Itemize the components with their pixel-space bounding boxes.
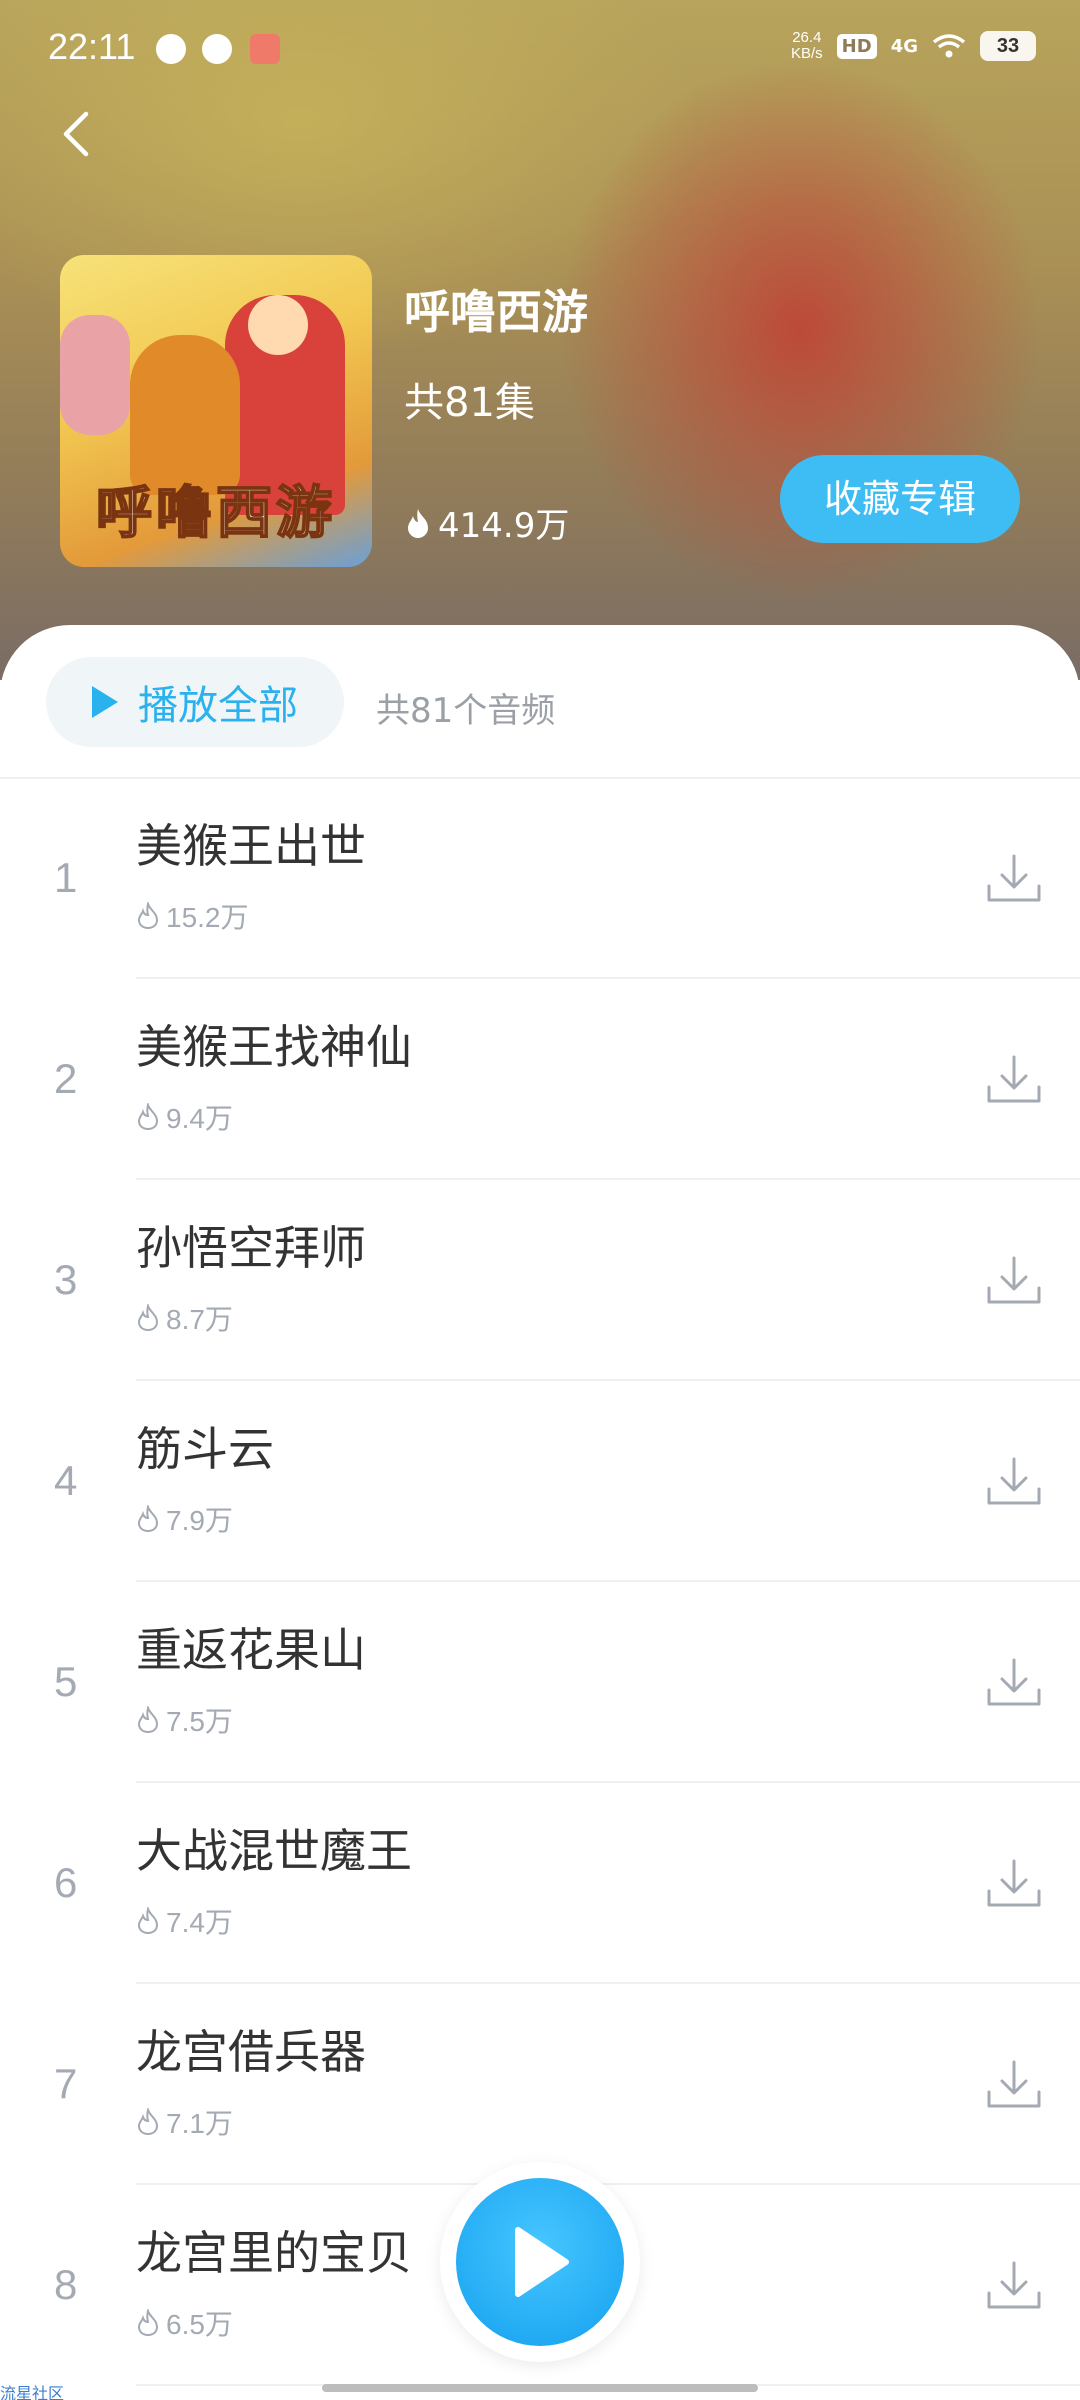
download-icon[interactable] xyxy=(985,1654,1043,1712)
flame-icon xyxy=(137,2108,159,2136)
track-play-count: 15.2万 xyxy=(136,896,249,936)
track-title: 龙宫里的宝贝 xyxy=(136,2226,412,2280)
download-icon[interactable] xyxy=(985,1453,1043,1511)
track-play-count: 7.5万 xyxy=(136,1700,233,1740)
track-number: 5 xyxy=(54,1658,78,1705)
wifi-icon xyxy=(932,34,966,58)
download-icon[interactable] xyxy=(985,1252,1043,1310)
signal-icon: 4G xyxy=(890,35,918,57)
album-episode-count: 共81集 xyxy=(404,380,535,426)
track-title: 重返花果山 xyxy=(136,1623,366,1677)
track-number: 1 xyxy=(54,854,78,901)
watermark: 流星社区 xyxy=(0,2384,65,2400)
download-icon[interactable] xyxy=(985,2056,1043,2114)
track-row[interactable]: 7 龙宫借兵器 7.1万 xyxy=(0,1984,1080,2185)
track-list-sheet: 播放全部 共81个音频 1 美猴王出世 15.2万 2 美猴王找神仙 9.4万 3 孙悟空拜师… xyxy=(0,625,1080,2400)
collect-album-button[interactable]: 收藏专辑 xyxy=(780,455,1020,543)
track-row[interactable]: 6 大战混世魔王 7.4万 xyxy=(0,1783,1080,1984)
track-title: 筋斗云 xyxy=(136,1422,274,1476)
download-icon[interactable] xyxy=(985,850,1043,908)
track-play-count: 7.1万 xyxy=(136,2102,233,2142)
flame-icon xyxy=(137,1304,159,1332)
play-icon xyxy=(92,686,118,718)
track-row[interactable]: 2 美猴王找神仙 9.4万 xyxy=(0,979,1080,1180)
play-icon xyxy=(515,2227,569,2297)
track-play-count: 6.5万 xyxy=(136,2303,233,2343)
play-all-label: 播放全部 xyxy=(138,683,298,729)
flame-icon xyxy=(137,1103,159,1131)
track-title: 美猴王出世 xyxy=(136,819,366,873)
app-badge-icon xyxy=(250,34,280,64)
network-speed: 26.4 KB/s xyxy=(790,29,823,62)
track-title: 龙宫借兵器 xyxy=(136,2025,366,2079)
download-icon[interactable] xyxy=(985,2257,1043,2315)
track-number: 7 xyxy=(54,2060,78,2107)
album-cover-logo: 呼噜西游 xyxy=(95,479,336,547)
flame-icon xyxy=(408,508,428,538)
check-badge-icon xyxy=(202,34,232,64)
home-indicator[interactable] xyxy=(322,2384,758,2392)
audio-count: 共81个音频 xyxy=(376,691,556,731)
floating-play-button[interactable] xyxy=(456,2178,624,2346)
play-all-button[interactable]: 播放全部 xyxy=(46,657,344,747)
track-number: 3 xyxy=(54,1256,78,1303)
download-icon[interactable] xyxy=(985,1855,1043,1913)
track-number: 2 xyxy=(54,1055,78,1102)
track-play-count: 8.7万 xyxy=(136,1298,233,1338)
hd-badge: HD xyxy=(836,33,877,59)
track-row[interactable]: 5 重返花果山 7.5万 xyxy=(0,1582,1080,1783)
flame-icon xyxy=(137,2309,159,2337)
track-row[interactable]: 3 孙悟空拜师 8.7万 xyxy=(0,1180,1080,1381)
track-title: 美猴王找神仙 xyxy=(136,1020,412,1074)
track-title: 孙悟空拜师 xyxy=(136,1221,366,1275)
download-icon[interactable] xyxy=(985,1051,1043,1109)
track-row[interactable]: 4 筋斗云 7.9万 xyxy=(0,1381,1080,1582)
track-row[interactable]: 1 美猴王出世 15.2万 xyxy=(0,778,1080,979)
album-play-count: 414.9万 xyxy=(404,498,569,547)
track-play-count: 7.9万 xyxy=(136,1499,233,1539)
album-cover: 呼噜西游 xyxy=(60,255,372,567)
battery-indicator: 33 xyxy=(980,31,1036,61)
track-play-count: 9.4万 xyxy=(136,1097,233,1137)
status-time: 22:11 xyxy=(48,26,136,67)
flame-icon xyxy=(137,1505,159,1533)
status-bar: 22:11 26.4 KB/s HD 4G 33 xyxy=(0,0,1080,100)
track-number: 6 xyxy=(54,1859,78,1906)
flame-icon xyxy=(137,1706,159,1734)
album-title: 呼噜西游 xyxy=(404,285,588,339)
flame-icon xyxy=(137,1907,159,1935)
track-number: 8 xyxy=(54,2261,78,2308)
track-play-count: 7.4万 xyxy=(136,1901,233,1941)
track-title: 大战混世魔王 xyxy=(136,1824,412,1878)
track-number: 4 xyxy=(54,1457,78,1504)
app-notification-icon xyxy=(156,34,186,64)
back-chevron-icon[interactable] xyxy=(50,100,110,170)
flame-icon xyxy=(137,902,159,930)
